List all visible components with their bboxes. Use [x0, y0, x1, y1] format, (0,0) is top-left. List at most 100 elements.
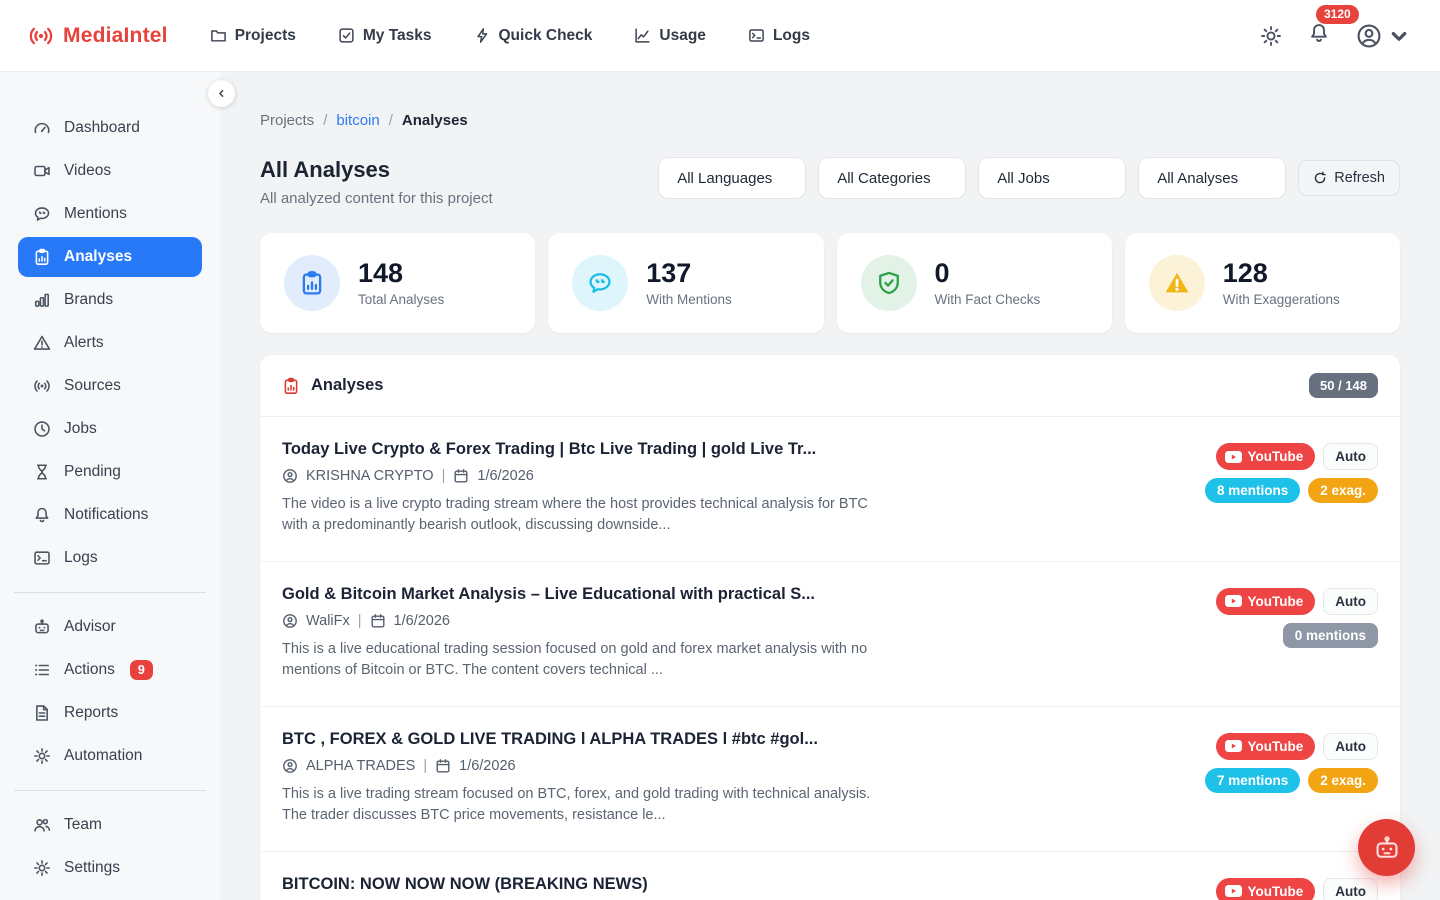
analysis-description: This is a live trading stream focused on…	[282, 784, 882, 827]
sidebar-item-logs[interactable]: Logs	[18, 538, 202, 578]
analysis-badges: YouTubeAuto8 mentions3 exag.	[1163, 875, 1378, 900]
analysis-badges: YouTube Auto 8 mentions2 exag.	[1163, 440, 1378, 537]
sidebar-item-label: Settings	[64, 859, 120, 877]
sidebar-item-label: Actions	[64, 661, 115, 679]
analysis-row-main: BTC , FOREX & GOLD LIVE TRADING l ALPHA …	[282, 730, 882, 827]
calendar-icon	[453, 468, 469, 484]
breadcrumb-projects[interactable]: Projects	[260, 112, 314, 129]
refresh-icon	[1313, 171, 1327, 185]
auto-badge: Auto	[1323, 443, 1378, 470]
advisor-chat-button[interactable]	[1358, 819, 1415, 876]
theme-sun-icon[interactable]	[1260, 25, 1282, 47]
badge-line-source: YouTube Auto	[1216, 443, 1379, 470]
sidebar-item-sources[interactable]: Sources	[18, 366, 202, 406]
badge-line-counts: 0 mentions	[1283, 623, 1378, 648]
warning-solid-icon	[1149, 255, 1205, 311]
breadcrumb-project[interactable]: bitcoin	[336, 112, 379, 129]
sidebar-item-dashboard[interactable]: Dashboard	[18, 108, 202, 148]
sidebar-item-jobs[interactable]: Jobs	[18, 409, 202, 449]
stat-label: With Mentions	[646, 292, 732, 307]
youtube-badge: YouTube	[1216, 443, 1316, 470]
badge-line-source: YouTubeAuto	[1216, 878, 1379, 900]
sidebar-item-settings[interactable]: Settings	[18, 848, 202, 888]
brand-logo[interactable]: MediaIntel	[28, 23, 168, 49]
analysis-title[interactable]: BTC , FOREX & GOLD LIVE TRADING l ALPHA …	[282, 730, 882, 749]
bolt-icon	[474, 27, 491, 44]
person-icon	[282, 758, 298, 774]
sidebar-item-label: Brands	[64, 291, 113, 309]
shield-check-icon	[861, 255, 917, 311]
gauge-icon	[33, 119, 51, 137]
analysis-title[interactable]: BITCOIN: NOW NOW NOW (BREAKING NEWS)	[282, 875, 882, 894]
mention-bubble-icon	[33, 205, 51, 223]
sidebar-item-videos[interactable]: Videos	[18, 151, 202, 191]
count-badge: 50 / 148	[1309, 373, 1378, 398]
sidebar-item-actions[interactable]: Actions 9	[18, 650, 202, 690]
badge-line-source: YouTubeAuto	[1216, 588, 1379, 615]
nav-item-usage[interactable]: Usage	[634, 27, 706, 45]
broadcast-icon	[33, 377, 51, 395]
sidebar-item-mentions[interactable]: Mentions	[18, 194, 202, 234]
user-menu[interactable]	[1356, 23, 1412, 49]
clipboard-chart-icon	[284, 255, 340, 311]
filter-value: All Analyses	[1157, 170, 1238, 187]
filter-all-jobs[interactable]: All Jobs	[978, 157, 1126, 199]
youtube-icon	[1225, 885, 1242, 897]
sidebar-item-label: Advisor	[64, 618, 116, 636]
app-layout: DashboardVideosMentionsAnalyses Brands Ale…	[0, 72, 1440, 900]
filter-value: All Categories	[837, 170, 930, 187]
analysis-date: 1/6/2026	[394, 613, 450, 629]
nav-item-logs[interactable]: Logs	[748, 27, 810, 45]
filter-all-categories[interactable]: All Categories	[818, 157, 966, 199]
refresh-button[interactable]: Refresh	[1298, 160, 1400, 196]
stat-label: With Exaggerations	[1223, 292, 1340, 307]
sidebar-item-alerts[interactable]: Alerts	[18, 323, 202, 363]
sidebar-item-pending[interactable]: Pending	[18, 452, 202, 492]
breadcrumb-separator: /	[389, 112, 393, 129]
filter-all-analyses[interactable]: All Analyses	[1138, 157, 1286, 199]
broadcast-logo-icon	[28, 23, 54, 49]
team-icon	[33, 816, 51, 834]
meta-separator: |	[423, 758, 427, 774]
analysis-row[interactable]: Today Live Crypto & Forex Trading | Btc …	[260, 417, 1400, 562]
robot-icon	[1373, 834, 1401, 862]
analysis-row[interactable]: Gold & Bitcoin Market Analysis – Live Ed…	[260, 562, 1400, 707]
stat-value: 0	[935, 259, 1041, 289]
page-header-text: All Analyses All analyzed content for th…	[260, 157, 493, 207]
brand-name: MediaIntel	[63, 24, 168, 48]
main-nav: Projects My Tasks Quick Check Usage Logs	[210, 27, 810, 45]
sidebar-item-team[interactable]: Team	[18, 805, 202, 845]
nav-item-quick-check[interactable]: Quick Check	[474, 27, 593, 45]
notifications-button[interactable]: 3120	[1308, 22, 1330, 49]
analysis-description: This is a live educational trading sessi…	[282, 639, 882, 682]
nav-item-projects[interactable]: Projects	[210, 27, 296, 45]
sidebar-collapse-button[interactable]	[208, 80, 235, 107]
filter-all-languages[interactable]: All Languages	[658, 157, 806, 199]
analysis-row-main: Gold & Bitcoin Market Analysis – Live Ed…	[282, 585, 882, 682]
filter-value: All Languages	[677, 170, 772, 187]
badge-line-counts: 8 mentions2 exag.	[1205, 478, 1378, 503]
stat-card-with-mentions: 137With Mentions	[548, 233, 823, 333]
actions-count-badge: 9	[130, 660, 153, 680]
mentions-badge: 0 mentions	[1283, 623, 1378, 648]
sidebar-item-advisor[interactable]: Advisor	[18, 607, 202, 647]
analysis-row-main: BITCOIN: NOW NOW NOW (BREAKING NEWS)Cryp…	[282, 875, 882, 900]
sidebar-item-automation[interactable]: Automation	[18, 736, 202, 776]
breadcrumb-separator: /	[323, 112, 327, 129]
sidebar-item-brands[interactable]: Brands	[18, 280, 202, 320]
source-label: YouTube	[1248, 449, 1304, 464]
sidebar-item-analyses[interactable]: Analyses	[18, 237, 202, 277]
analysis-title[interactable]: Gold & Bitcoin Market Analysis – Live Ed…	[282, 585, 882, 604]
analysis-title[interactable]: Today Live Crypto & Forex Trading | Btc …	[282, 440, 882, 459]
analysis-row[interactable]: BITCOIN: NOW NOW NOW (BREAKING NEWS)Cryp…	[260, 852, 1400, 900]
analysis-row[interactable]: BTC , FOREX & GOLD LIVE TRADING l ALPHA …	[260, 707, 1400, 852]
sidebar-item-notifications[interactable]: Notifications	[18, 495, 202, 535]
notification-count-badge: 3120	[1316, 5, 1359, 24]
clock-icon	[33, 420, 51, 438]
bar-chart-icon	[33, 291, 51, 309]
auto-badge: Auto	[1323, 588, 1378, 615]
sidebar-item-reports[interactable]: Reports	[18, 693, 202, 733]
nav-item-my-tasks[interactable]: My Tasks	[338, 27, 432, 45]
source-label: YouTube	[1248, 739, 1304, 754]
stat-text: 0With Fact Checks	[935, 259, 1041, 308]
